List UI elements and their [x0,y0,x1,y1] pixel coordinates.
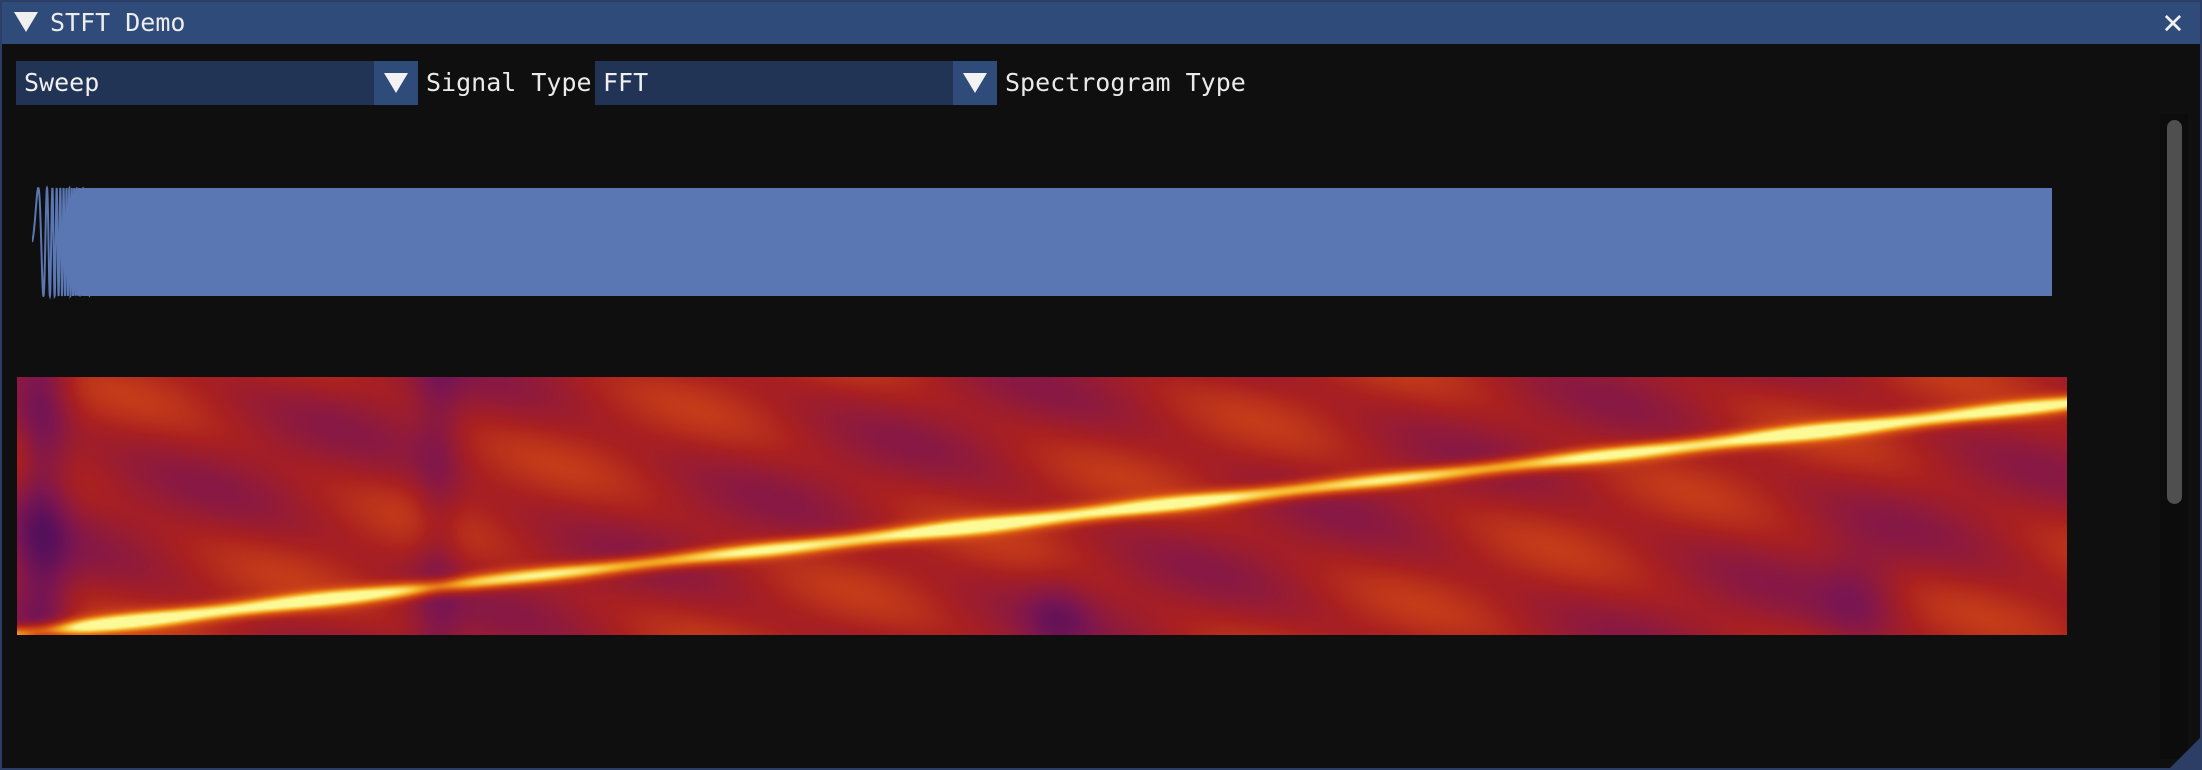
spectrogram-type-combo[interactable]: FFT [595,61,997,105]
signal-type-label: Signal Type [426,68,592,97]
spectrogram-heatmap [17,377,2067,635]
triangle-down-icon[interactable] [14,12,38,32]
signal-type-dropdown-button[interactable] [374,61,418,105]
signal-type-value: Sweep [24,68,100,97]
close-icon[interactable]: ✕ [2158,5,2188,39]
spectrogram-type-dropdown-button[interactable] [953,61,997,105]
window-titlebar[interactable]: STFT Demo ✕ [2,2,2200,44]
vertical-scrollbar[interactable] [2160,114,2188,759]
resize-grip-icon[interactable] [2170,738,2200,768]
chevron-down-icon [384,73,408,93]
window-title: STFT Demo [50,8,186,37]
signal-type-combo[interactable]: Sweep [16,61,418,105]
waveform-line [32,185,93,300]
waveform-fill [82,188,2052,296]
chevron-down-icon [963,73,987,93]
signal-waveform-plot [32,185,2052,300]
scrollbar-thumb[interactable] [2167,120,2182,504]
stft-demo-window: STFT Demo ✕ Sweep Signal Type FFT Spectr… [0,0,2202,770]
spectrogram-type-label: Spectrogram Type [1005,68,1246,97]
spectrogram-type-value: FFT [603,68,649,97]
